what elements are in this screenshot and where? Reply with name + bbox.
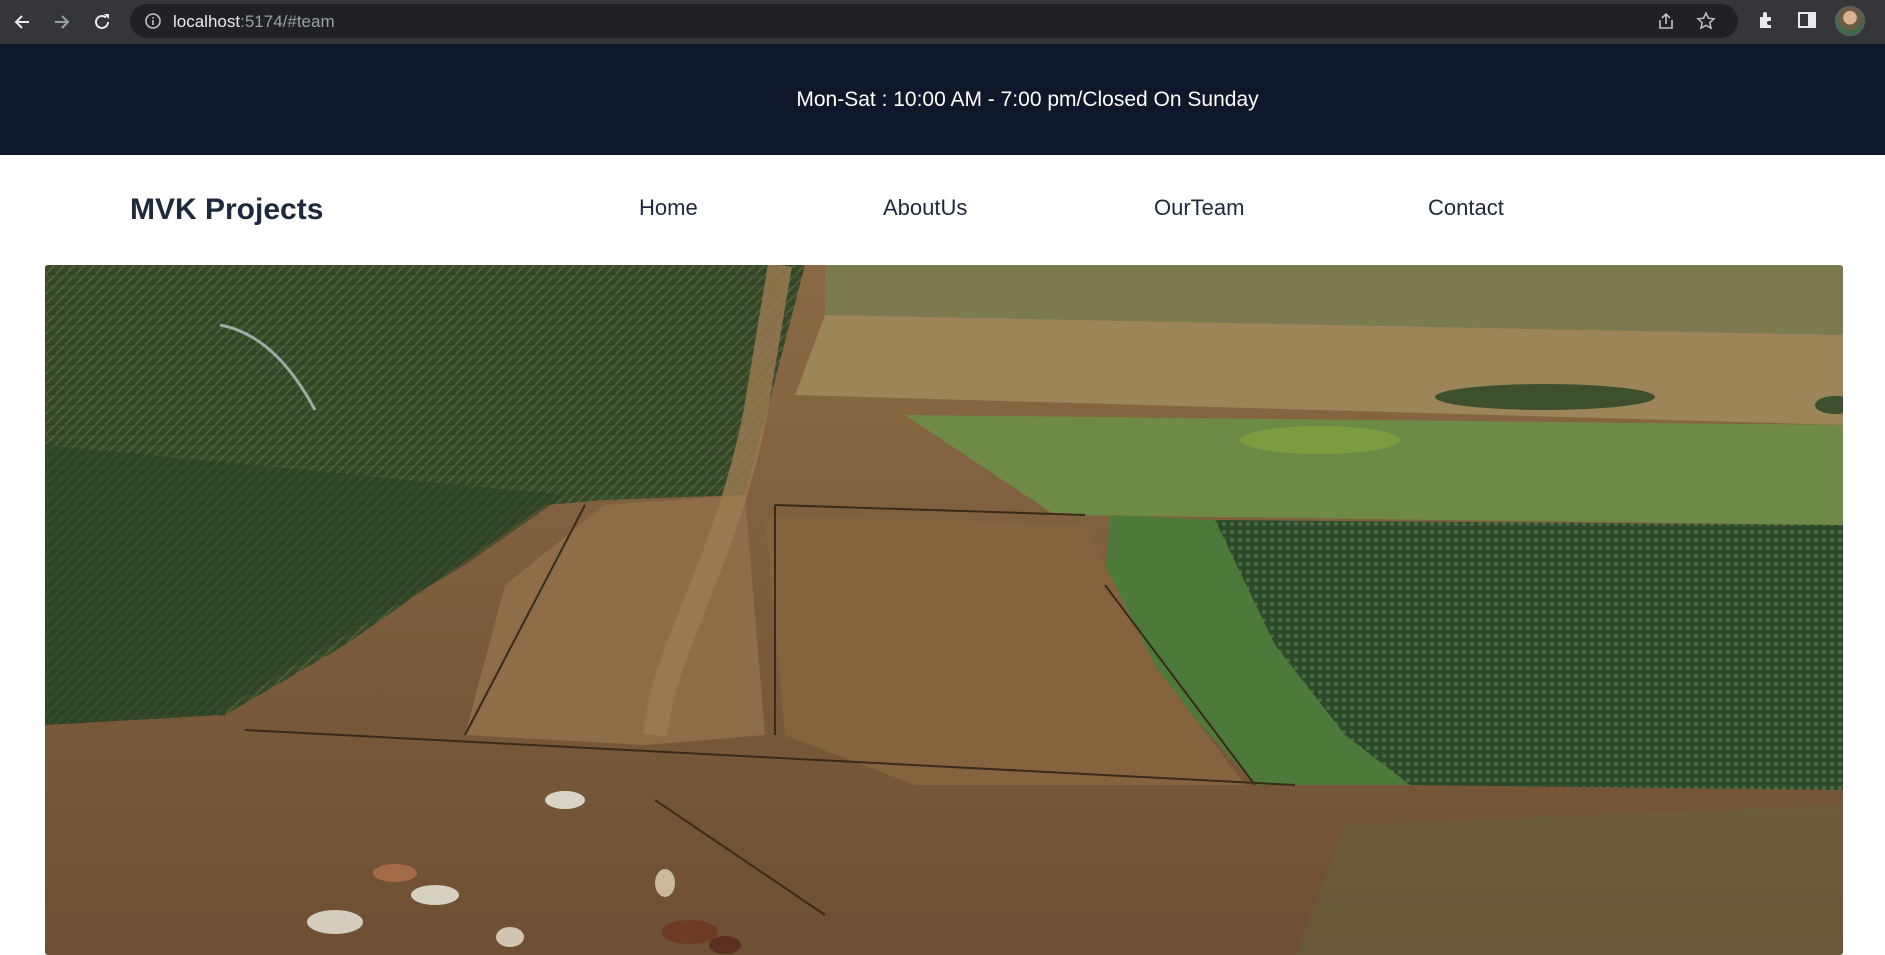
url-text[interactable]: localhost:5174/#team [173,12,335,32]
nav-link-aboutus[interactable]: AboutUs [883,195,967,221]
nav-link-home[interactable]: Home [639,195,698,221]
nav-link-contact[interactable]: Contact [1428,195,1504,221]
share-icon[interactable] [1656,11,1676,31]
profile-avatar[interactable] [1835,6,1865,36]
url-path: :5174/#team [240,12,335,31]
forward-arrow-icon[interactable] [48,8,76,36]
back-arrow-icon[interactable] [8,8,36,36]
main-navbar: MVK Projects Home AboutUs OurTeam Contac… [0,155,1885,265]
business-hours: Mon-Sat : 10:00 AM - 7:00 pm/Closed On S… [796,87,1259,111]
browser-toolbar: localhost:5174/#team [0,0,1885,44]
side-panel-icon[interactable] [1796,9,1818,31]
url-host: localhost [173,12,241,31]
brand-logo[interactable]: MVK Projects [130,193,323,227]
address-bar[interactable]: localhost:5174/#team [130,4,1738,38]
hero-farm-image [45,265,1843,955]
star-icon[interactable] [1696,11,1716,31]
info-icon[interactable] [144,12,162,30]
top-info-bar: Mon-Sat : 10:00 AM - 7:00 pm/Closed On S… [0,44,1885,155]
extensions-icon[interactable] [1756,9,1778,31]
reload-icon[interactable] [88,8,116,36]
nav-link-ourteam[interactable]: OurTeam [1154,195,1244,221]
